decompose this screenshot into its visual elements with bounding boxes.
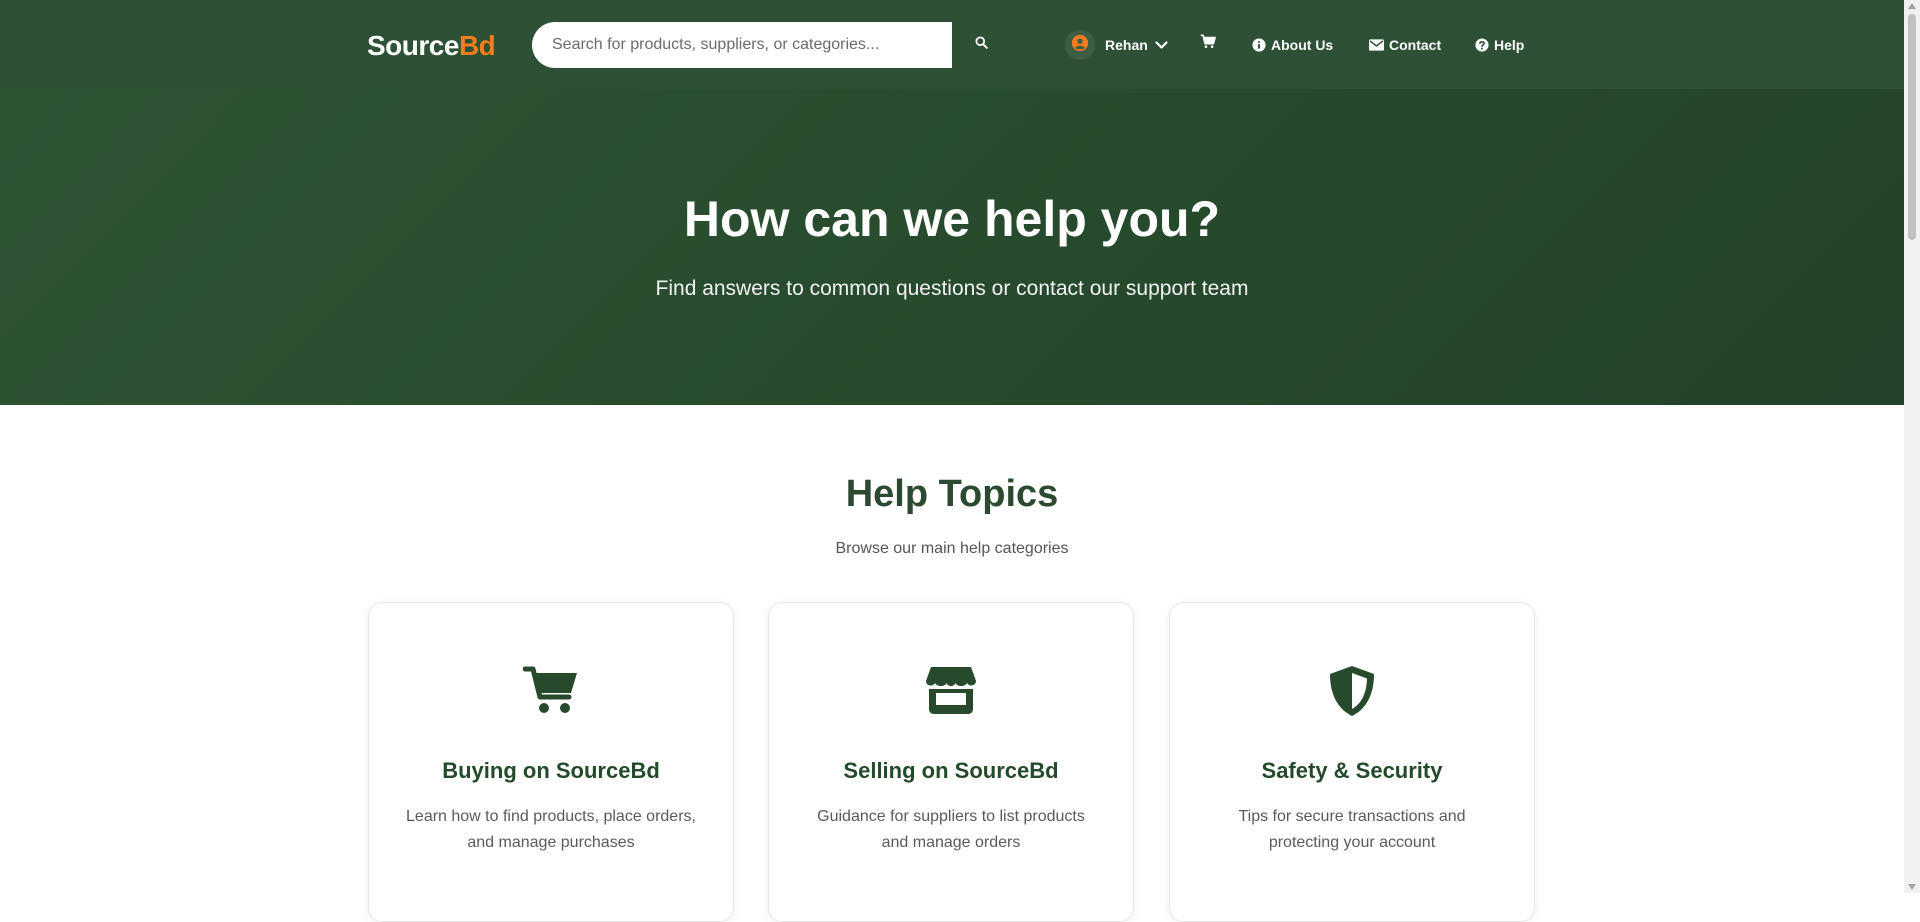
search-bar: [532, 22, 952, 68]
search-button[interactable]: [952, 22, 1010, 68]
cart-icon: [1200, 34, 1216, 54]
logo-main: Source: [367, 30, 459, 61]
user-name: Rehan: [1105, 37, 1148, 53]
search-input[interactable]: [532, 22, 952, 68]
help-topics-subtitle: Browse our main help categories: [835, 540, 1069, 557]
help-topics-title: Help Topics: [845, 473, 1059, 515]
store-icon: [769, 665, 1133, 715]
avatar: [1065, 30, 1095, 60]
scroll-down-arrow[interactable]: [1908, 884, 1916, 890]
topic-card-title: Selling on SourceBd: [843, 758, 1059, 783]
info-circle-icon: [1252, 38, 1266, 52]
scroll-up-arrow[interactable]: [1908, 3, 1916, 9]
shopping-cart-icon: [369, 665, 733, 715]
user-menu[interactable]: Rehan: [1065, 22, 1168, 68]
cart-button[interactable]: [1198, 33, 1218, 55]
logo[interactable]: SourceBd: [367, 29, 496, 63]
search-icon: [974, 36, 988, 54]
scrollbar-thumb[interactable]: [1908, 14, 1916, 240]
nav-help[interactable]: Help: [1475, 33, 1524, 57]
topic-card-buying[interactable]: Buying on SourceBd Learn how to find pro…: [368, 602, 734, 922]
nav-contact-label: Contact: [1389, 37, 1442, 53]
topic-card-title: Safety & Security: [1261, 758, 1443, 783]
logo-accent: Bd: [458, 30, 496, 61]
nav-about-us[interactable]: About Us: [1252, 33, 1333, 57]
user-circle-icon: [1071, 34, 1089, 57]
question-circle-icon: [1475, 38, 1489, 52]
topic-card-description: Guidance for suppliers to list products …: [817, 808, 1085, 851]
topic-card-description: Tips for secure transactions and protect…: [1238, 808, 1466, 851]
hero-title: How can we help you?: [683, 191, 1221, 247]
nav-help-label: Help: [1494, 37, 1525, 53]
scrollbar[interactable]: [1904, 0, 1920, 893]
topic-card-safety[interactable]: Safety & Security Tips for secure transa…: [1169, 602, 1535, 922]
hero-subtitle: Find answers to common questions or cont…: [655, 277, 1249, 300]
topic-card-selling[interactable]: Selling on SourceBd Guidance for supplie…: [768, 602, 1134, 922]
topic-card-description: Learn how to find products, place orders…: [406, 808, 696, 851]
hero-banner: How can we help you? Find answers to com…: [0, 89, 1904, 405]
navbar: SourceBd Rehan: [0, 0, 1904, 89]
nav-contact[interactable]: Contact: [1369, 33, 1441, 57]
topic-card-title: Buying on SourceBd: [442, 758, 660, 783]
shield-icon: [1170, 665, 1534, 717]
chevron-down-icon: [1155, 40, 1168, 50]
nav-about-us-label: About Us: [1271, 37, 1334, 53]
envelope-icon: [1369, 39, 1384, 51]
